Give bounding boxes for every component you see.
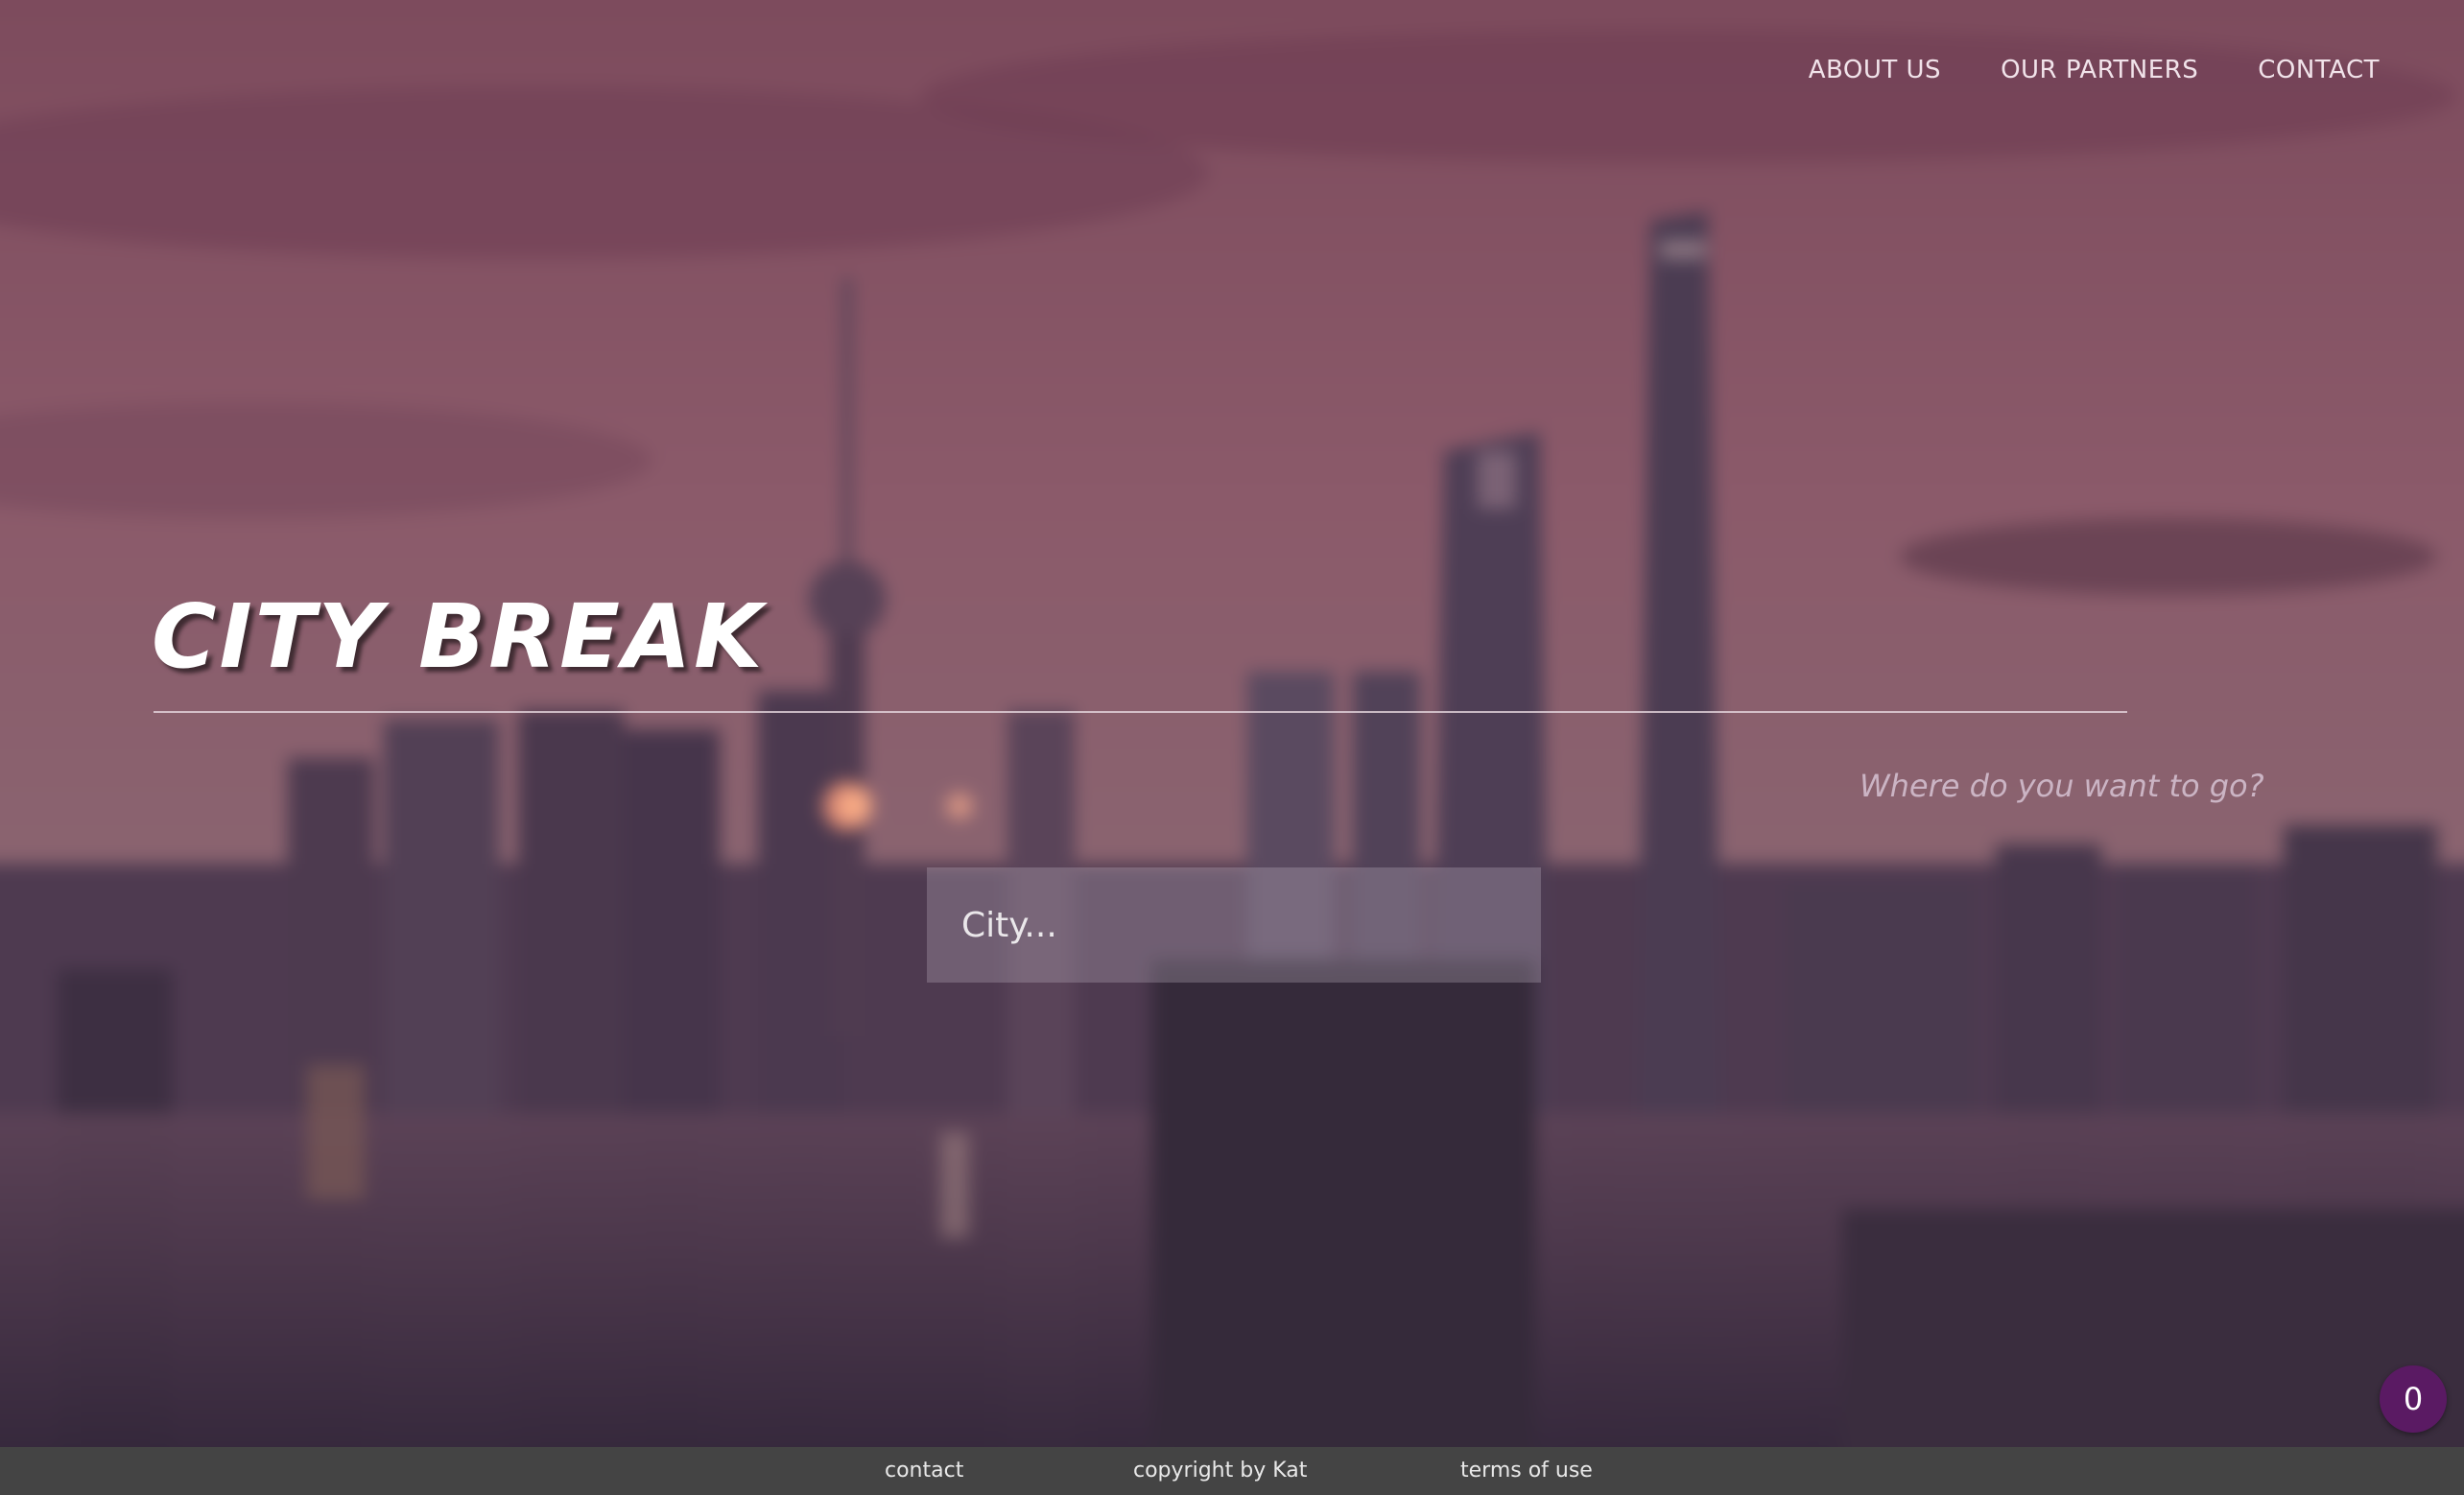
footer-terms-link[interactable]: terms of use [1460, 1459, 1593, 1483]
footer: contact copyright by Kat terms of use [0, 1447, 2464, 1495]
city-search-input[interactable] [927, 867, 1541, 983]
counter-badge[interactable]: 0 [2380, 1365, 2447, 1433]
tagline: Where do you want to go? [1860, 768, 2264, 804]
landing-page: ABOUT US OUR PARTNERS CONTACT CITY BREAK… [0, 0, 2464, 1495]
city-skyline-background [0, 0, 2464, 1447]
footer-copyright: copyright by Kat [1133, 1459, 1308, 1483]
top-nav: ABOUT US OUR PARTNERS CONTACT [1809, 56, 2380, 84]
nav-contact[interactable]: CONTACT [2258, 56, 2380, 84]
page-title: CITY BREAK [152, 585, 766, 688]
title-divider [154, 711, 2127, 713]
nav-about-us[interactable]: ABOUT US [1809, 56, 1941, 84]
nav-our-partners[interactable]: OUR PARTNERS [2001, 56, 2198, 84]
footer-contact-link[interactable]: contact [885, 1459, 963, 1483]
